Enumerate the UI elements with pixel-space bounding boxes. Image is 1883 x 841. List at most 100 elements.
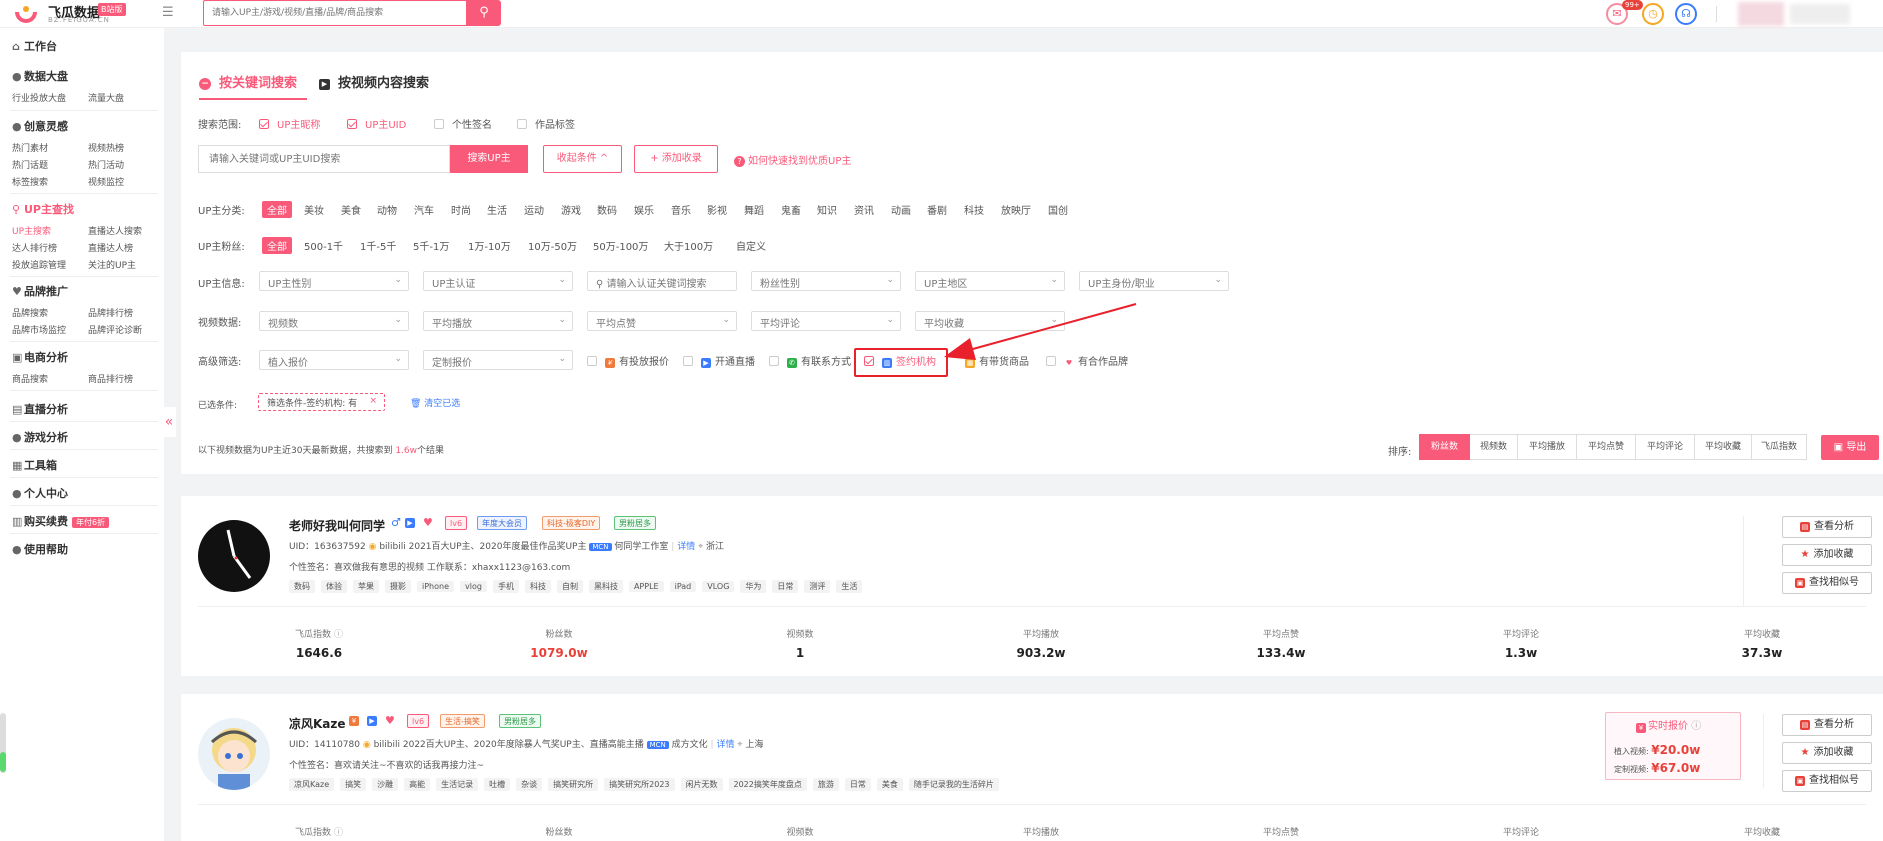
up-name[interactable]: 凉风Kaze: [289, 715, 346, 732]
sidebar-item-game[interactable]: ● 游戏分析: [12, 429, 68, 445]
sidebar-sub[interactable]: 品牌排行榜: [88, 306, 133, 319]
find-similar-button[interactable]: ▣ 查找相似号: [1782, 770, 1872, 792]
info-icon[interactable]: ⓘ: [334, 828, 343, 838]
has-ad-price-checkbox[interactable]: ¥ 有投放报价: [587, 353, 669, 368]
selected-condition-chip[interactable]: 筛选条件-签约机构: 有 ×: [258, 393, 385, 411]
sidebar-sub[interactable]: 品牌市场监控: [12, 323, 66, 336]
sidebar-sub[interactable]: 直播达人榜: [88, 241, 133, 254]
scrollbar-thumb[interactable]: [0, 752, 6, 772]
tag[interactable]: 体验: [321, 580, 347, 593]
custom-price-select[interactable]: 定制报价 ⌄: [423, 350, 573, 370]
tag[interactable]: 数码: [289, 580, 315, 593]
headset-icon[interactable]: ☊: [1675, 3, 1697, 25]
sidebar-sub[interactable]: 关注的UP主: [88, 258, 136, 271]
fans-option[interactable]: 10万-50万: [528, 238, 577, 253]
user-name[interactable]: [1790, 4, 1850, 24]
occupation-select[interactable]: UP主身份/职业 ⌄: [1079, 271, 1229, 291]
tag[interactable]: 生活: [836, 580, 863, 593]
fans-option[interactable]: 1千-5千: [360, 238, 396, 253]
sidebar-sub[interactable]: 热门素材: [12, 141, 48, 154]
search-up-button[interactable]: 搜索UP主: [450, 145, 528, 173]
gender-select[interactable]: UP主性别 ⌄: [259, 271, 409, 291]
scope-nickname-checkbox[interactable]: UP主昵称: [259, 116, 320, 131]
tag[interactable]: iPhone: [417, 581, 455, 592]
tab-keyword-search[interactable]: − 按关键词搜索: [199, 72, 297, 91]
category-option[interactable]: 生活: [487, 202, 507, 217]
sort-fans-tab[interactable]: 粉丝数: [1419, 434, 1470, 460]
tag[interactable]: 日常: [844, 778, 871, 791]
tag[interactable]: 沙雕: [372, 778, 399, 791]
tag[interactable]: 旅游: [812, 778, 839, 791]
live-enabled-checkbox[interactable]: ▶ 开通直播: [683, 353, 755, 368]
sidebar-item-help[interactable]: ● 使用帮助: [12, 541, 68, 557]
sidebar-sub[interactable]: 达人排行榜: [12, 241, 57, 254]
category-option[interactable]: 番剧: [927, 202, 947, 217]
sort-avg-favorite-tab[interactable]: 平均收藏: [1695, 434, 1752, 460]
category-option[interactable]: 游戏: [561, 202, 581, 217]
tag[interactable]: 摄影: [385, 580, 411, 593]
sidebar-sub[interactable]: 视频热榜: [88, 141, 124, 154]
certification-select[interactable]: UP主认证 ⌄: [423, 271, 573, 291]
tag[interactable]: 手机: [492, 580, 519, 593]
sort-avg-like-tab[interactable]: 平均点赞: [1577, 434, 1636, 460]
category-option[interactable]: 舞蹈: [744, 202, 764, 217]
region-select[interactable]: UP主地区 ⌄: [915, 271, 1065, 291]
tag[interactable]: 搞笑研究所2023: [604, 778, 675, 791]
category-option[interactable]: 音乐: [671, 202, 691, 217]
fans-option[interactable]: 全部: [262, 237, 292, 254]
tag[interactable]: 生活记录: [436, 778, 479, 791]
tag[interactable]: 自制: [556, 580, 583, 593]
sidebar-sub[interactable]: 商品搜索: [12, 372, 48, 385]
sidebar-sub[interactable]: 标签搜索: [12, 175, 48, 188]
sidebar-sub[interactable]: 品牌评论诊断: [88, 323, 142, 336]
category-option[interactable]: 放映厅: [1001, 202, 1031, 217]
sort-avg-play-tab[interactable]: 平均播放: [1518, 434, 1577, 460]
tag[interactable]: 苹果: [353, 580, 379, 593]
sidebar-sub[interactable]: 视频监控: [88, 175, 124, 188]
tag[interactable]: 科技: [524, 580, 551, 593]
sidebar-item-personal[interactable]: ● 个人中心: [12, 485, 68, 501]
category-option[interactable]: 汽车: [414, 202, 434, 217]
tag[interactable]: 高能: [404, 778, 431, 791]
sidebar-item-purchase[interactable]: ▥ 购买续费 年付6折: [12, 513, 110, 529]
view-analysis-button[interactable]: ▤ 查看分析: [1782, 516, 1872, 538]
clock-icon[interactable]: ◷: [1642, 3, 1664, 25]
tag[interactable]: 黑科技: [588, 580, 623, 593]
tag[interactable]: 搞笑: [340, 778, 367, 791]
category-option[interactable]: 美妆: [304, 202, 324, 217]
sidebar-sub-traffic[interactable]: 流量大盘: [88, 91, 124, 104]
add-favorite-button[interactable]: + 添加收录: [634, 145, 718, 173]
tag[interactable]: 美食: [876, 778, 903, 791]
sidebar-item-tools[interactable]: ▦ 工具箱: [12, 457, 57, 473]
global-search-button[interactable]: ⚲: [467, 0, 501, 26]
avatar[interactable]: [198, 520, 270, 592]
avg-like-select[interactable]: 平均点赞 ⌄: [587, 311, 737, 331]
sidebar-item-inspiration[interactable]: ● 创意灵感: [12, 118, 68, 134]
certification-keyword-input[interactable]: ⚲ 请输入认证关键词搜索: [587, 271, 737, 291]
category-option[interactable]: 运动: [524, 202, 544, 217]
sidebar-item-up-search[interactable]: ⚲ UP主查找: [12, 201, 74, 217]
fans-option[interactable]: 50万-100万: [593, 238, 648, 253]
category-option[interactable]: 资讯: [854, 202, 874, 217]
fans-gender-select[interactable]: 粉丝性别 ⌄: [751, 271, 901, 291]
menu-toggle-icon[interactable]: ☰: [162, 6, 176, 20]
add-favorite-button[interactable]: ★ 添加收藏: [1782, 742, 1872, 764]
scope-tag-checkbox[interactable]: 作品标签: [517, 116, 575, 131]
sidebar-sub-industry[interactable]: 行业投放大盘: [12, 91, 66, 104]
up-name[interactable]: 老师好我叫何同学: [289, 517, 385, 534]
has-contact-checkbox[interactable]: ✆ 有联系方式: [769, 353, 851, 368]
category-option[interactable]: 影视: [707, 202, 727, 217]
tag[interactable]: 搞笑研究所: [548, 778, 599, 791]
export-button[interactable]: ▣ 导出: [1821, 435, 1879, 460]
tab-video-search[interactable]: ▶ 按视频内容搜索: [319, 72, 429, 91]
tag[interactable]: 测评: [804, 580, 831, 593]
video-count-select[interactable]: 视频数 ⌄: [259, 311, 409, 331]
sidebar-sub[interactable]: 商品排行榜: [88, 372, 133, 385]
info-icon[interactable]: ⓘ: [334, 630, 343, 640]
tag[interactable]: APPLE: [628, 581, 664, 592]
tag[interactable]: VLOG: [702, 581, 735, 592]
info-icon[interactable]: ⓘ: [1691, 721, 1701, 732]
category-option[interactable]: 数码: [597, 202, 617, 217]
category-option[interactable]: 鬼畜: [781, 202, 801, 217]
sidebar-item-ecommerce[interactable]: ▣ 电商分析: [12, 349, 68, 365]
